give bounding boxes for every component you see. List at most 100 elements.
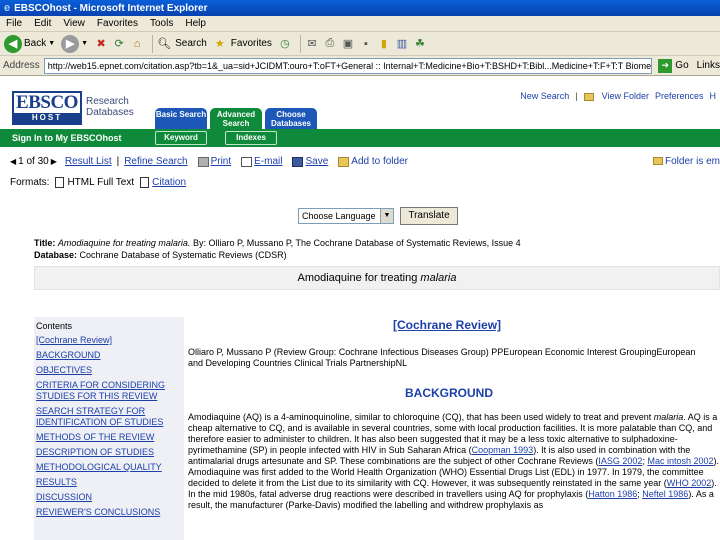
paragraph-1: Amodiaquine (AQ) is a 4-aminoquinoline, … <box>188 412 720 467</box>
result-list-link[interactable]: Result List <box>65 156 112 167</box>
view-folder-link[interactable]: View Folder <box>583 91 649 101</box>
forward-button[interactable]: ▶ ▼ <box>61 34 88 53</box>
tab-choose-databases[interactable]: Choose Databases <box>265 108 317 129</box>
database-value: Cochrane Database of Systematic Reviews … <box>79 250 287 260</box>
ebsco-logo[interactable]: EBSCO HOST <box>12 91 82 125</box>
contents-item-description[interactable]: DESCRIPTION OF STUDIES <box>36 447 182 458</box>
article-title-italic: malaria <box>420 272 457 284</box>
view-folder-label: View Folder <box>601 91 649 101</box>
save-link[interactable]: Save <box>305 156 328 167</box>
formats-row: Formats: HTML Full Text Citation <box>10 177 186 188</box>
signin-bar: Sign In to My EBSCOhost Keyword Indexes <box>0 129 720 147</box>
menu-favorites[interactable]: Favorites <box>91 18 144 29</box>
contents-item-results[interactable]: RESULTS <box>36 477 182 488</box>
refine-search-link[interactable]: Refine Search <box>124 156 187 167</box>
contents-item-background[interactable]: BACKGROUND <box>36 350 182 361</box>
subtab-indexes[interactable]: Indexes <box>225 131 277 145</box>
ref-hatton-link[interactable]: Hatton 1986 <box>588 489 637 499</box>
folder-icon <box>583 92 594 101</box>
ref-neftel-link[interactable]: Neftel 1986 <box>642 489 688 499</box>
logo-sub-text: HOST <box>14 113 80 123</box>
search-icon: 🔍︎ <box>157 38 172 50</box>
subtab-keyword[interactable]: Keyword <box>155 131 207 145</box>
help-link[interactable]: H <box>710 91 717 101</box>
contents-item-search-strategy[interactable]: SEARCH STRATEGY FOR IDENTIFICATION OF ST… <box>36 406 182 428</box>
citation-link[interactable]: Citation <box>152 177 186 188</box>
address-bar: Address http://web15.epnet.com/citation.… <box>0 56 720 76</box>
signin-link[interactable]: Sign In to My EBSCOhost <box>12 133 155 143</box>
back-dropdown-icon[interactable]: ▼ <box>48 40 55 47</box>
link-divider: | <box>575 91 578 101</box>
menu-file[interactable]: File <box>0 18 28 29</box>
language-select-value: Choose Language <box>302 211 376 221</box>
save-icon[interactable] <box>292 156 304 167</box>
ref-coopman-link[interactable]: Coopman 1993 <box>472 445 534 455</box>
back-arrow-icon: ◀ <box>4 34 22 53</box>
back-button[interactable]: ◀ Back ▼ <box>4 34 55 53</box>
search-button[interactable]: 🔍︎ Search <box>157 37 207 51</box>
search-label: Search <box>175 38 207 49</box>
print-icon[interactable] <box>197 156 209 167</box>
research-icon[interactable]: ▥ <box>395 37 409 51</box>
forward-dropdown-icon[interactable]: ▼ <box>81 40 88 47</box>
cochrane-review-link[interactable]: [Cochrane Review] <box>393 318 501 332</box>
byline: By: Olliaro P, Mussano P, The Cochrane D… <box>192 238 521 248</box>
print-icon[interactable]: ⎙ <box>323 37 337 51</box>
contents-item-discussion[interactable]: DISCUSSION <box>36 492 182 503</box>
language-select[interactable]: Choose Language ▼ <box>298 208 394 224</box>
toolbar-separator <box>299 34 301 53</box>
ref-macintosh-link[interactable]: Mac intosh 2002 <box>647 456 713 466</box>
prev-arrow-icon[interactable]: ◀ <box>10 157 16 166</box>
contents-item-methods[interactable]: METHODS OF THE REVIEW <box>36 432 182 443</box>
mail-icon[interactable]: ✉ <box>305 37 319 51</box>
address-input[interactable]: http://web15.epnet.com/citation.asp?tb=1… <box>43 57 653 74</box>
para1-text-d: ). <box>713 456 720 466</box>
discuss-icon[interactable]: ▪ <box>359 37 373 51</box>
para1-text-a: Amodiaquine (AQ) is a 4-aminoquinoline, … <box>188 412 652 422</box>
edit-icon[interactable]: ▣ <box>341 37 355 51</box>
star-icon: ★ <box>214 38 225 50</box>
stop-icon[interactable]: ✖ <box>94 37 108 51</box>
contents-item-conclusions[interactable]: REVIEWER'S CONCLUSIONS <box>36 507 182 518</box>
go-button[interactable]: ➜ Go <box>658 58 689 73</box>
contents-item-cochrane-review[interactable]: [Cochrane Review] <box>36 335 182 346</box>
article-title-text: Amodiaquine for treating <box>297 272 421 284</box>
ref-iasg-link[interactable]: IASG 2002 <box>598 456 642 466</box>
history-icon[interactable]: ◷ <box>278 37 292 51</box>
messenger-icon[interactable]: ☘ <box>413 37 427 51</box>
top-links: New Search | View Folder Preferences H <box>514 91 716 101</box>
browser-toolbar: ◀ Back ▼ ▶ ▼ ✖ ⟳ ⌂ 🔍︎ Search ★ Favorites… <box>0 32 720 56</box>
home-icon[interactable]: ⌂ <box>130 37 144 51</box>
print-link[interactable]: Print <box>211 156 232 167</box>
preferences-link[interactable]: Preferences <box>655 91 704 101</box>
link-divider: | <box>116 156 120 167</box>
favorites-button[interactable]: ★ Favorites <box>213 37 272 51</box>
contents-item-quality[interactable]: METHODOLOGICAL QUALITY <box>36 462 182 473</box>
tab-basic-search[interactable]: Basic Search <box>155 108 207 129</box>
ref-who-link[interactable]: WHO 2002 <box>667 478 712 488</box>
next-arrow-icon[interactable]: ▶ <box>51 157 57 166</box>
result-navigation: ◀ 1 of 30 ▶ Result List | Refine Search … <box>10 156 720 167</box>
new-search-link[interactable]: New Search <box>520 91 569 101</box>
email-icon[interactable] <box>241 156 253 167</box>
menu-tools[interactable]: Tools <box>144 18 179 29</box>
title-label: Title: <box>34 238 56 248</box>
formats-label: Formats: <box>10 177 50 188</box>
background-heading: BACKGROUND <box>405 386 493 400</box>
translate-button[interactable]: Translate <box>400 207 458 225</box>
menu-edit[interactable]: Edit <box>28 18 57 29</box>
contents-item-objectives[interactable]: OBJECTIVES <box>36 365 182 376</box>
add-to-folder-link[interactable]: Add to folder <box>351 156 408 167</box>
refresh-icon[interactable]: ⟳ <box>112 37 126 51</box>
links-label[interactable]: Links <box>697 60 720 71</box>
menu-view[interactable]: View <box>57 18 91 29</box>
contents-item-criteria[interactable]: CRITERIA FOR CONSIDERING STUDIES FOR THI… <box>36 380 182 402</box>
menu-help[interactable]: Help <box>179 18 212 29</box>
tab-advanced-search[interactable]: Advanced Search <box>210 108 262 129</box>
notes-icon[interactable]: ▮ <box>377 37 391 51</box>
email-link[interactable]: E-mail <box>254 156 282 167</box>
add-folder-icon[interactable] <box>338 156 350 167</box>
menu-bar: File Edit View Favorites Tools Help <box>0 16 720 32</box>
toolbar-separator <box>152 34 154 53</box>
para1-italic: malaria <box>653 412 684 422</box>
